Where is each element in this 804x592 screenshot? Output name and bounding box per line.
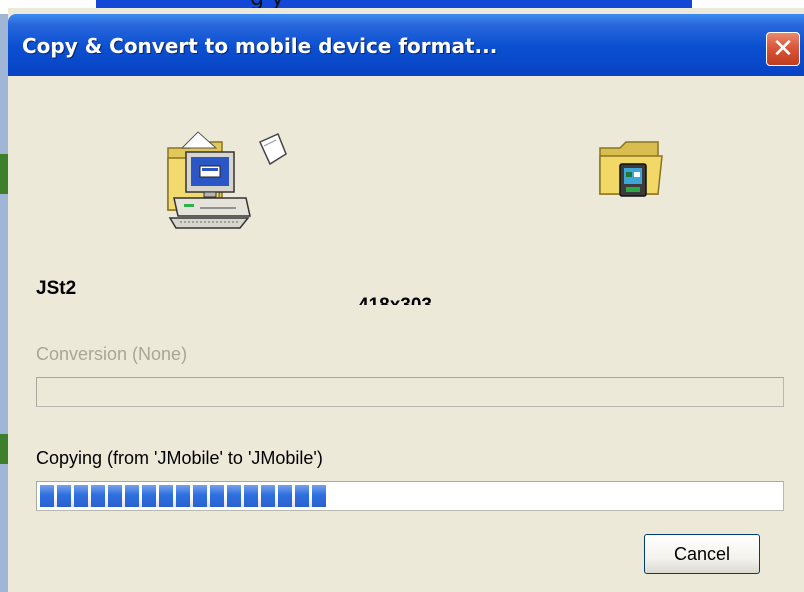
close-icon: ✕: [772, 34, 794, 64]
file-dimensions: 418x303: [358, 290, 432, 305]
window-title: Copy & Convert to mobile device format..…: [22, 34, 498, 58]
file-dimensions-text: 418x303: [358, 294, 432, 305]
copy-convert-dialog: Copy & Convert to mobile device format..…: [8, 8, 804, 592]
copying-progress-fill: [40, 485, 326, 507]
conversion-label: Conversion (None): [36, 344, 188, 364]
cancel-button[interactable]: Cancel: [644, 534, 760, 574]
copying-label: Copying (from 'JMobile' to 'JMobile'): [36, 448, 323, 468]
conversion-progress-bar: [36, 377, 784, 407]
title-bar[interactable]: Copy & Convert to mobile device format..…: [8, 14, 804, 76]
copying-progress-bar: [36, 481, 784, 511]
close-button[interactable]: ✕: [766, 32, 800, 66]
desktop-edge: [0, 14, 8, 592]
mobile-folder-icon: [599, 141, 663, 197]
computer-with-folder-icon: [167, 131, 287, 229]
file-name: JSt2: [36, 278, 77, 299]
